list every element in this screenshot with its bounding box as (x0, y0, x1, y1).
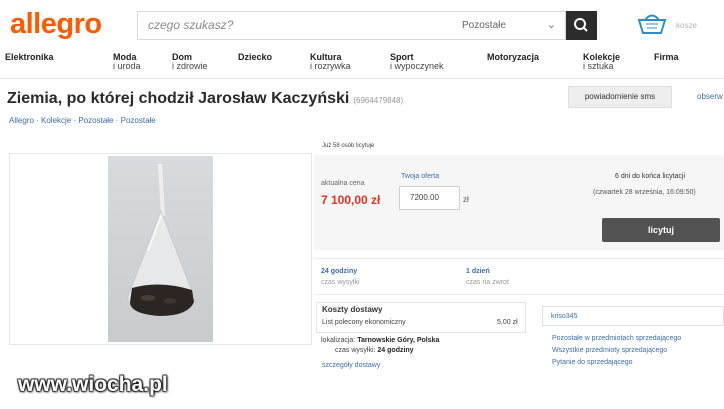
search-icon (574, 18, 588, 32)
nav-item-kultura[interactable]: Kultura i rozrywka (310, 53, 351, 71)
nav-item-sport[interactable]: Sport i wypoczynek (390, 53, 444, 71)
search-input[interactable]: czego szukasz? (137, 11, 457, 40)
offer-input[interactable]: 7200.00 (399, 186, 460, 210)
ask-seller-link[interactable]: Pytanie do sprzedającego (552, 359, 633, 366)
bag-of-soil-image (127, 164, 195, 316)
category-nav: Elektronika Moda i uroda Dom i zdrowie Dzi… (0, 50, 724, 79)
nav-item-motoryzacja[interactable]: Motoryzacja (487, 53, 539, 62)
item-title: Ziemia, po której chodził Jarosław Kaczy… (7, 90, 350, 107)
seller-box[interactable]: kriso345 (542, 306, 724, 326)
seller-name[interactable]: kriso345 (551, 313, 577, 320)
delivery-costs-header: Koszty dostawy (322, 305, 383, 314)
basket-icon[interactable] (636, 10, 668, 36)
send-time-label: czas wysyłki: (335, 347, 376, 354)
seller-other-items-link[interactable]: Pozostałe w przedmiotach sprzedającego (552, 335, 681, 342)
send-time-value: 24 godziny (377, 347, 414, 354)
nav-item-dziecko[interactable]: Dziecko (238, 53, 272, 62)
nav-item-elektronika[interactable]: Elektronika (5, 53, 54, 62)
offer-label[interactable]: Twoja oferta (401, 173, 439, 180)
observe-link[interactable]: obserw (697, 92, 723, 101)
location-value: Tarnowskie Góry, Polska (357, 337, 440, 344)
divider (314, 258, 724, 259)
return-time-label: czas na zwrot (466, 279, 509, 286)
breadcrumb-item[interactable]: Pozostałe (121, 116, 156, 125)
location: lokalizacja: Tarnowskie Góry, Polska (321, 337, 439, 344)
nav-item-firma[interactable]: Firma (654, 53, 679, 62)
category-select[interactable]: Pozostałe ⌄ (456, 11, 566, 40)
bid-button[interactable]: licytuj (602, 218, 720, 242)
user-account-link[interactable]: kosze (676, 21, 697, 30)
delivery-method-price: 5,00 zł (497, 319, 518, 326)
time-left: 6 dni do końca licytacji (615, 173, 686, 180)
delivery-method: List polecony ekonomiczny (322, 319, 406, 326)
search-button[interactable] (566, 11, 597, 40)
chevron-down-icon: ⌄ (546, 19, 556, 31)
auction-end-date: (czwartek 28 września, 16:09:50) (593, 189, 696, 196)
allegro-logo[interactable]: allegro (10, 8, 102, 41)
shipping-time-label: czas wysyłki (321, 279, 360, 286)
breadcrumb-item[interactable]: Kolekcje (41, 116, 71, 125)
offer-currency: zł (463, 195, 469, 204)
current-price-label: aktualna cena (321, 180, 365, 187)
buyers-count: Już 58 osób licytuje (322, 143, 375, 149)
delivery-details-link[interactable]: szczegóły dostawy (322, 362, 380, 369)
product-photo[interactable] (108, 156, 213, 342)
send-time: czas wysyłki: 24 godziny (335, 347, 414, 354)
nav-item-dom[interactable]: Dom i zdrowie (172, 53, 208, 71)
nav-item-kolekcje[interactable]: Kolekcje i sztuka (583, 53, 620, 71)
divider (314, 294, 724, 295)
breadcrumb-item[interactable]: Allegro (9, 116, 34, 125)
current-price: 7 100,00 zł (321, 193, 381, 207)
breadcrumb-item[interactable]: Pozostałe (78, 116, 113, 125)
return-time: 1 dzień (466, 268, 490, 275)
page-title: Ziemia, po której chodził Jarosław Kaczy… (7, 90, 403, 108)
watermark: www.wiocha.pl (18, 373, 168, 396)
nav-item-moda[interactable]: Moda i uroda (113, 53, 141, 71)
category-select-value: Pozostałe (462, 20, 506, 31)
sms-notification-button[interactable]: powiadomienie sms (568, 86, 672, 108)
seller-all-items-link[interactable]: Wszystkie przedmioty sprzedającego (552, 347, 667, 354)
search-placeholder: czego szukasz? (148, 18, 234, 32)
shipping-time: 24 godziny (321, 268, 358, 275)
location-label: lokalizacja: (321, 337, 356, 344)
breadcrumb: Allegro · Kolekcje · Pozostałe · Pozosta… (9, 116, 156, 125)
item-number: (6964479848) (353, 96, 404, 105)
